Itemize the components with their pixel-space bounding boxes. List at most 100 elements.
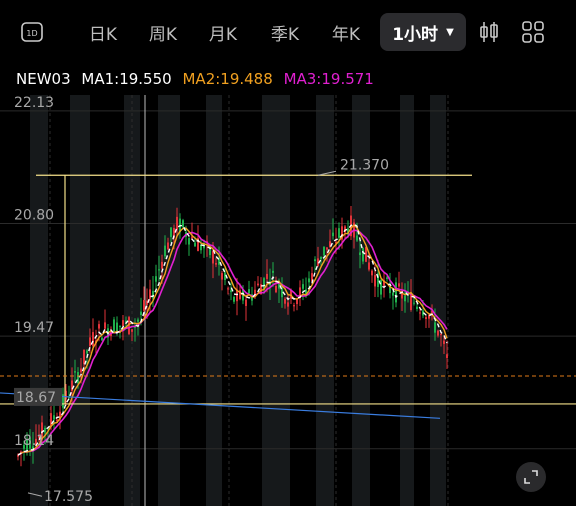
candle-body [287, 302, 289, 307]
session-band [206, 95, 222, 506]
candle-body [164, 245, 166, 257]
candlestick-chart[interactable]: 22.13 20.80 19.47 18.14 21.370 17.575 18.67 [0, 95, 576, 506]
candle-body [272, 270, 274, 273]
session-band [70, 95, 90, 506]
y-axis-label: 19.47 [14, 320, 54, 336]
candle-body [227, 288, 229, 290]
candle-body [404, 295, 406, 302]
session-band [158, 95, 180, 506]
legend-symbol: NEW03 [16, 70, 71, 88]
candle-body [248, 289, 250, 294]
candle-body [104, 322, 106, 329]
candle-body [413, 302, 415, 304]
candle-body [416, 306, 418, 309]
legend-ma2: MA2:19.488 [182, 70, 273, 88]
chevron-down-icon: ▼ [446, 26, 454, 38]
candle-body [437, 330, 439, 336]
candle-body [338, 228, 340, 238]
candle-body [80, 368, 82, 373]
candle-body [320, 256, 322, 260]
candle-body [44, 427, 46, 433]
candle-body [161, 261, 163, 269]
candle-body [140, 311, 142, 316]
candle-body [230, 290, 232, 293]
candle-body [143, 300, 145, 311]
interval-icon[interactable]: 1D [20, 13, 46, 51]
expand-button[interactable] [516, 462, 546, 492]
candle-body [188, 238, 190, 245]
candle-body [92, 332, 94, 347]
candle-body [392, 292, 394, 296]
candle-body [170, 227, 172, 237]
tab-month-k[interactable]: 月K [200, 13, 246, 51]
y-axis-label: 18.14 [14, 433, 54, 449]
tab-quarter-k[interactable]: 季K [262, 13, 308, 51]
candle-body [167, 242, 169, 250]
candle-body [293, 305, 295, 307]
candle-body [326, 247, 328, 250]
candle-body [440, 334, 442, 336]
candle-body [296, 299, 298, 305]
candle-body [374, 275, 376, 287]
candle-body [221, 273, 223, 280]
session-band [430, 95, 446, 506]
candle-body [83, 349, 85, 365]
candle-body [275, 286, 277, 293]
tab-day-k[interactable]: 日K [80, 13, 126, 51]
grid-icon[interactable] [520, 13, 546, 51]
interval-dropdown-label: 1小时 [392, 24, 439, 45]
candle-body [86, 350, 88, 354]
candle-body [101, 337, 103, 341]
tab-year-k[interactable]: 年K [323, 13, 369, 51]
candle-body [245, 299, 247, 306]
candle-body [119, 325, 121, 327]
candle-body [155, 276, 157, 282]
candle-body [149, 289, 151, 299]
candle-body [446, 354, 448, 358]
candle-body [284, 298, 286, 304]
candle-body [434, 322, 436, 333]
candle-body [74, 371, 76, 373]
candle-body [131, 329, 133, 332]
y-axis-label: 22.13 [14, 95, 54, 111]
candle-body [359, 252, 361, 256]
interval-icon-label: 1D [26, 29, 37, 38]
candle-body [419, 312, 421, 314]
candle-body [314, 259, 316, 262]
candle-body [395, 282, 397, 303]
interval-toolbar: 1D 日K 周K 月K 季K 年K 1小时 ▼ [0, 0, 576, 64]
candle-body [308, 278, 310, 283]
candle-body [212, 250, 214, 264]
low-value-label: 17.575 [44, 489, 93, 505]
tab-week-k[interactable]: 周K [140, 13, 186, 51]
candle-body [323, 246, 325, 256]
candle-body [356, 235, 358, 241]
ma-legend: NEW03 MA1:19.550 MA2:19.488 MA3:19.571 [16, 70, 380, 88]
candle-body [443, 340, 445, 344]
candle-body [386, 277, 388, 279]
candle-body [302, 284, 304, 289]
session-band [316, 95, 334, 506]
candle-body [332, 232, 334, 237]
candle-body [113, 319, 115, 334]
candle-body [176, 216, 178, 230]
candle-body [122, 320, 124, 327]
candle-body [182, 220, 184, 228]
candle-body [398, 283, 400, 287]
candle-body [257, 283, 259, 286]
candle-body [371, 270, 373, 276]
high-value-label: 21.370 [340, 157, 389, 173]
candle-body [98, 324, 100, 329]
expand-icon [524, 470, 538, 484]
candlestick-icon[interactable] [477, 13, 501, 51]
calendar-icon: 1D [21, 22, 43, 42]
interval-dropdown[interactable]: 1小时 ▼ [380, 13, 466, 51]
candle-body [425, 317, 427, 320]
candle-body [158, 269, 160, 271]
candle-body [362, 247, 364, 262]
current-price-label: 18.67 [16, 390, 56, 406]
legend-ma3: MA3:19.571 [283, 70, 374, 88]
candle-body [233, 296, 235, 302]
candle-body [77, 372, 79, 384]
candle-body [215, 263, 217, 265]
